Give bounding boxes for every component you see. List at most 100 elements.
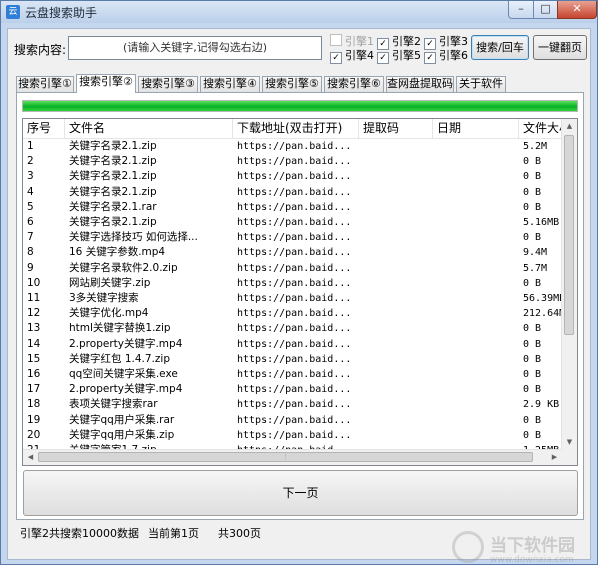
tab-engine-2[interactable]: 搜索引擎② — [76, 74, 136, 93]
table-row[interactable]: 19 关键字qq用户采集.rar https://pan.baid... 0 B — [23, 413, 563, 428]
tab-engine-3[interactable]: 搜索引擎③ — [138, 76, 198, 92]
results-table[interactable]: 序号 文件名 下载地址(双击打开) 提取码 日期 文件大小 1 关键字名录2.1.… — [22, 118, 578, 466]
cell-index: 13 — [27, 322, 41, 335]
tab-engine-5[interactable]: 搜索引擎⑤ — [262, 76, 322, 92]
cell-extract-code — [359, 139, 433, 154]
scroll-corner — [562, 450, 577, 465]
status-total-pages: 共300页 — [218, 527, 261, 540]
cell-download-url[interactable]: https://pan.baid... — [233, 352, 359, 367]
cell-download-url[interactable]: https://pan.baid... — [233, 261, 359, 276]
cell-date — [433, 139, 519, 154]
column-header-index[interactable]: 序号 — [23, 119, 65, 138]
tab-engine-6[interactable]: 搜索引擎⑥ — [324, 76, 384, 92]
next-page-button[interactable]: 下一页 — [23, 470, 578, 516]
column-header-download-url[interactable]: 下载地址(双击打开) — [233, 119, 359, 138]
cell-filename: 2.property关键字.mp4 — [69, 383, 183, 396]
cell-download-url[interactable]: https://pan.baid... — [233, 215, 359, 230]
column-header-date[interactable]: 日期 — [433, 119, 519, 138]
search-label: 搜索内容: — [14, 43, 67, 57]
table-row[interactable]: 13 html关键字替换1.zip https://pan.baid... 0 B — [23, 321, 563, 336]
table-row[interactable]: 10 网站刷关键字.zip https://pan.baid... 0 B — [23, 276, 563, 291]
horizontal-scrollbar[interactable]: ◀ ⦙ ▶ — [23, 449, 562, 465]
cell-date — [433, 397, 519, 412]
cell-filename: 关键字名录2.1.zip — [69, 185, 157, 198]
checkbox-icon — [330, 34, 342, 46]
vertical-scrollbar[interactable]: ▲ ▼ — [561, 119, 577, 450]
close-button[interactable]: ✕ — [557, 1, 597, 19]
cell-download-url[interactable]: https://pan.baid... — [233, 185, 359, 200]
cell-filesize: 0 B — [523, 171, 542, 183]
engine-6-checkbox[interactable]: ✓ 引擎6 — [424, 47, 468, 64]
cell-download-url[interactable]: https://pan.baid... — [233, 154, 359, 169]
scroll-up-icon[interactable]: ▲ — [562, 119, 577, 134]
cell-download-url[interactable]: https://pan.baid... — [233, 382, 359, 397]
table-row[interactable]: 11 3多关键字搜索 https://pan.baid... 56.39MB — [23, 291, 563, 306]
tab-engine-1[interactable]: 搜索引擎① — [16, 76, 74, 92]
vertical-scroll-thumb[interactable] — [564, 135, 574, 335]
table-row[interactable]: 7 关键字选择技巧 如何选择... https://pan.baid... 0 B — [23, 230, 563, 245]
cell-filename: 3多关键字搜索 — [69, 292, 139, 304]
column-header-filename[interactable]: 文件名 — [65, 119, 233, 138]
cell-download-url[interactable]: https://pan.baid... — [233, 169, 359, 184]
table-row[interactable]: 1 关键字名录2.1.zip https://pan.baid... 5.2M — [23, 139, 563, 154]
search-input[interactable]: (请输入关键字,记得勾选右边) — [68, 36, 322, 60]
cell-filesize: 0 B — [523, 414, 542, 426]
cell-download-url[interactable]: https://pan.baid... — [233, 276, 359, 291]
search-button[interactable]: 搜索/回车 — [471, 35, 529, 60]
minimize-button[interactable]: – — [508, 1, 534, 19]
one-key-page-button[interactable]: 一键翻页 — [533, 35, 587, 60]
title-bar[interactable]: 云 云盘搜索助手 – □ ✕ — [1, 1, 597, 23]
cell-download-url[interactable]: https://pan.baid... — [233, 413, 359, 428]
cell-download-url[interactable]: https://pan.baid... — [233, 428, 359, 443]
table-row[interactable]: 6 关键字名录2.1.zip https://pan.baid... 5.16MB — [23, 215, 563, 230]
cell-download-url[interactable]: https://pan.baid... — [233, 230, 359, 245]
progress-bar — [22, 100, 578, 112]
cell-date — [433, 261, 519, 276]
engine-4-checkbox[interactable]: ✓ 引擎4 — [330, 47, 374, 64]
cell-date — [433, 230, 519, 245]
table-row[interactable]: 16 qq空间关键字采集.exe https://pan.baid... 0 B — [23, 367, 563, 382]
table-row[interactable]: 12 关键字优化.mp4 https://pan.baid... 212.64M — [23, 306, 563, 321]
table-row[interactable]: 2 关键字名录2.1.zip https://pan.baid... 0 B — [23, 154, 563, 169]
cell-download-url[interactable]: https://pan.baid... — [233, 337, 359, 352]
table-row[interactable]: 15 关键字红包 1.4.7.zip https://pan.baid... 0 B — [23, 352, 563, 367]
tab-about[interactable]: 关于软件 — [456, 76, 506, 92]
cell-download-url[interactable]: https://pan.baid... — [233, 139, 359, 154]
table-row[interactable]: 4 关键字名录2.1.zip https://pan.baid... 0 B — [23, 185, 563, 200]
engine-5-checkbox[interactable]: ✓ 引擎5 — [377, 47, 421, 64]
table-row[interactable]: 20 关键字qq用户采集.zip https://pan.baid... 0 B — [23, 428, 563, 443]
cell-index: 2 — [27, 155, 34, 168]
tab-engine-4[interactable]: 搜索引擎④ — [200, 76, 260, 92]
cell-download-url[interactable]: https://pan.baid... — [233, 321, 359, 336]
cell-index: 4 — [27, 185, 34, 198]
table-row[interactable]: 14 2.property关键字.mp4 https://pan.baid... 0 … — [23, 337, 563, 352]
cell-extract-code — [359, 306, 433, 321]
column-header-filesize[interactable]: 文件大小 — [519, 119, 563, 138]
table-row[interactable]: 8 16 关键字参数.mp4 https://pan.baid... 9.4M — [23, 245, 563, 260]
scroll-left-icon[interactable]: ◀ — [23, 450, 38, 465]
status-engine-info: 引擎2共搜索10000数据 — [20, 527, 139, 540]
column-header-extract-code[interactable]: 提取码 — [359, 119, 433, 138]
maximize-button[interactable]: □ — [533, 1, 558, 19]
tab-extract-code[interactable]: 查网盘提取码 — [386, 76, 454, 92]
cell-filename: 关键字名录2.1.zip — [69, 170, 157, 183]
cell-download-url[interactable]: https://pan.baid... — [233, 245, 359, 260]
scroll-down-icon[interactable]: ▼ — [562, 435, 577, 450]
cell-filename: 关键字名录2.1.zip — [69, 155, 157, 168]
table-row[interactable]: 18 表项关键字搜索rar https://pan.baid... 2.9 KB — [23, 397, 563, 412]
cell-download-url[interactable]: https://pan.baid... — [233, 306, 359, 321]
cell-download-url[interactable]: https://pan.baid... — [233, 367, 359, 382]
cell-filesize: 9.4M — [523, 247, 548, 259]
table-row[interactable]: 3 关键字名录2.1.zip https://pan.baid... 0 B — [23, 169, 563, 184]
cell-download-url[interactable]: https://pan.baid... — [233, 200, 359, 215]
scroll-right-icon[interactable]: ▶ — [547, 450, 562, 465]
cell-download-url[interactable]: https://pan.baid... — [233, 291, 359, 306]
table-row[interactable]: 17 2.property关键字.mp4 https://pan.baid... 0 … — [23, 382, 563, 397]
cell-index: 15 — [27, 352, 41, 365]
table-row[interactable]: 9 关键字名录软件2.0.zip https://pan.baid... 5.7M — [23, 261, 563, 276]
horizontal-scroll-thumb[interactable]: ⦙ — [38, 452, 533, 462]
table-row[interactable]: 5 关键字名录2.1.rar https://pan.baid... 0 B — [23, 200, 563, 215]
cell-filename: 16 关键字参数.mp4 — [69, 246, 166, 259]
cell-download-url[interactable]: https://pan.baid... — [233, 397, 359, 412]
cell-filesize: 0 B — [523, 232, 542, 244]
